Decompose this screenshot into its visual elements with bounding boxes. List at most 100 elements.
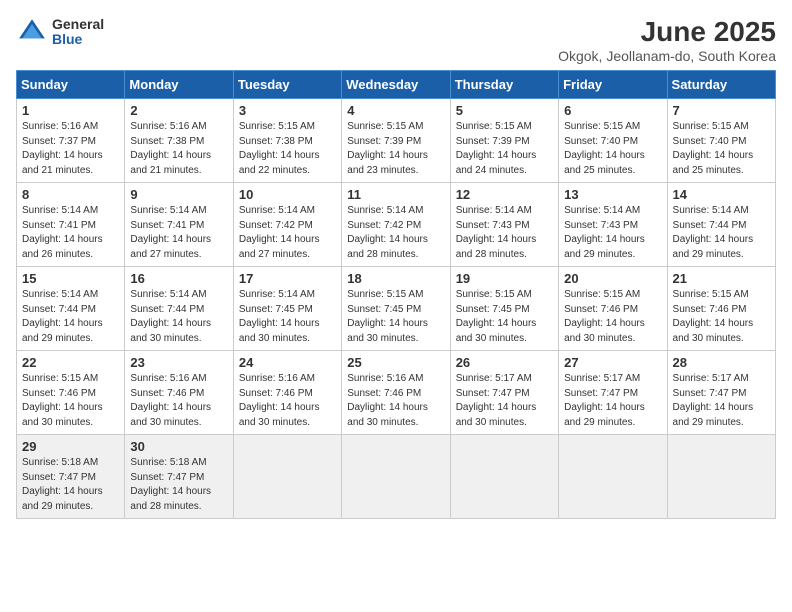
day-number: 15 bbox=[22, 271, 119, 286]
day-info: Sunrise: 5:16 AMSunset: 7:37 PMDaylight:… bbox=[22, 121, 103, 176]
logo-blue: Blue bbox=[52, 32, 104, 47]
day-number: 10 bbox=[239, 187, 336, 202]
calendar-header-row: Sunday Monday Tuesday Wednesday Thursday… bbox=[17, 71, 776, 99]
calendar-cell bbox=[342, 435, 450, 519]
calendar-cell: 13 Sunrise: 5:14 AMSunset: 7:43 PMDaylig… bbox=[559, 183, 667, 267]
day-info: Sunrise: 5:15 AMSunset: 7:38 PMDaylight:… bbox=[239, 121, 320, 176]
day-info: Sunrise: 5:14 AMSunset: 7:42 PMDaylight:… bbox=[347, 205, 428, 260]
calendar-cell: 28 Sunrise: 5:17 AMSunset: 7:47 PMDaylig… bbox=[667, 351, 775, 435]
day-info: Sunrise: 5:15 AMSunset: 7:40 PMDaylight:… bbox=[564, 121, 645, 176]
header-wednesday: Wednesday bbox=[342, 71, 450, 99]
day-info: Sunrise: 5:16 AMSunset: 7:46 PMDaylight:… bbox=[130, 373, 211, 428]
calendar-week-row: 22 Sunrise: 5:15 AMSunset: 7:46 PMDaylig… bbox=[17, 351, 776, 435]
calendar-cell: 30 Sunrise: 5:18 AMSunset: 7:47 PMDaylig… bbox=[125, 435, 233, 519]
day-number: 14 bbox=[673, 187, 770, 202]
calendar-cell: 6 Sunrise: 5:15 AMSunset: 7:40 PMDayligh… bbox=[559, 99, 667, 183]
calendar-cell: 2 Sunrise: 5:16 AMSunset: 7:38 PMDayligh… bbox=[125, 99, 233, 183]
day-info: Sunrise: 5:14 AMSunset: 7:43 PMDaylight:… bbox=[456, 205, 537, 260]
day-info: Sunrise: 5:15 AMSunset: 7:45 PMDaylight:… bbox=[347, 289, 428, 344]
day-number: 4 bbox=[347, 103, 444, 118]
calendar-cell: 17 Sunrise: 5:14 AMSunset: 7:45 PMDaylig… bbox=[233, 267, 341, 351]
day-info: Sunrise: 5:15 AMSunset: 7:46 PMDaylight:… bbox=[22, 373, 103, 428]
calendar-cell: 11 Sunrise: 5:14 AMSunset: 7:42 PMDaylig… bbox=[342, 183, 450, 267]
header-sunday: Sunday bbox=[17, 71, 125, 99]
day-info: Sunrise: 5:14 AMSunset: 7:41 PMDaylight:… bbox=[130, 205, 211, 260]
day-number: 12 bbox=[456, 187, 553, 202]
logo-text: General Blue bbox=[52, 17, 104, 48]
day-number: 16 bbox=[130, 271, 227, 286]
day-info: Sunrise: 5:15 AMSunset: 7:46 PMDaylight:… bbox=[564, 289, 645, 344]
day-number: 1 bbox=[22, 103, 119, 118]
header-saturday: Saturday bbox=[667, 71, 775, 99]
month-title: June 2025 bbox=[558, 16, 776, 48]
calendar-cell: 5 Sunrise: 5:15 AMSunset: 7:39 PMDayligh… bbox=[450, 99, 558, 183]
day-number: 24 bbox=[239, 355, 336, 370]
calendar-cell: 8 Sunrise: 5:14 AMSunset: 7:41 PMDayligh… bbox=[17, 183, 125, 267]
day-info: Sunrise: 5:18 AMSunset: 7:47 PMDaylight:… bbox=[130, 457, 211, 512]
day-number: 19 bbox=[456, 271, 553, 286]
day-number: 18 bbox=[347, 271, 444, 286]
calendar-cell: 19 Sunrise: 5:15 AMSunset: 7:45 PMDaylig… bbox=[450, 267, 558, 351]
day-number: 13 bbox=[564, 187, 661, 202]
day-info: Sunrise: 5:16 AMSunset: 7:46 PMDaylight:… bbox=[239, 373, 320, 428]
calendar-week-row: 15 Sunrise: 5:14 AMSunset: 7:44 PMDaylig… bbox=[17, 267, 776, 351]
day-info: Sunrise: 5:17 AMSunset: 7:47 PMDaylight:… bbox=[456, 373, 537, 428]
header-tuesday: Tuesday bbox=[233, 71, 341, 99]
day-number: 30 bbox=[130, 439, 227, 454]
day-number: 21 bbox=[673, 271, 770, 286]
logo: General Blue bbox=[16, 16, 104, 48]
calendar-week-row: 8 Sunrise: 5:14 AMSunset: 7:41 PMDayligh… bbox=[17, 183, 776, 267]
calendar-cell: 4 Sunrise: 5:15 AMSunset: 7:39 PMDayligh… bbox=[342, 99, 450, 183]
calendar-cell bbox=[667, 435, 775, 519]
day-number: 7 bbox=[673, 103, 770, 118]
calendar-cell: 7 Sunrise: 5:15 AMSunset: 7:40 PMDayligh… bbox=[667, 99, 775, 183]
calendar-cell: 9 Sunrise: 5:14 AMSunset: 7:41 PMDayligh… bbox=[125, 183, 233, 267]
logo-icon bbox=[16, 16, 48, 48]
day-info: Sunrise: 5:14 AMSunset: 7:45 PMDaylight:… bbox=[239, 289, 320, 344]
day-number: 5 bbox=[456, 103, 553, 118]
day-number: 8 bbox=[22, 187, 119, 202]
day-number: 27 bbox=[564, 355, 661, 370]
calendar-cell: 21 Sunrise: 5:15 AMSunset: 7:46 PMDaylig… bbox=[667, 267, 775, 351]
location-subtitle: Okgok, Jeollanam-do, South Korea bbox=[558, 48, 776, 64]
day-info: Sunrise: 5:15 AMSunset: 7:45 PMDaylight:… bbox=[456, 289, 537, 344]
day-info: Sunrise: 5:18 AMSunset: 7:47 PMDaylight:… bbox=[22, 457, 103, 512]
day-info: Sunrise: 5:17 AMSunset: 7:47 PMDaylight:… bbox=[673, 373, 754, 428]
calendar-cell: 15 Sunrise: 5:14 AMSunset: 7:44 PMDaylig… bbox=[17, 267, 125, 351]
day-info: Sunrise: 5:14 AMSunset: 7:43 PMDaylight:… bbox=[564, 205, 645, 260]
day-info: Sunrise: 5:14 AMSunset: 7:44 PMDaylight:… bbox=[22, 289, 103, 344]
calendar-cell: 24 Sunrise: 5:16 AMSunset: 7:46 PMDaylig… bbox=[233, 351, 341, 435]
calendar-cell: 10 Sunrise: 5:14 AMSunset: 7:42 PMDaylig… bbox=[233, 183, 341, 267]
day-number: 2 bbox=[130, 103, 227, 118]
page-header: General Blue June 2025 Okgok, Jeollanam-… bbox=[16, 16, 776, 64]
header-friday: Friday bbox=[559, 71, 667, 99]
header-monday: Monday bbox=[125, 71, 233, 99]
day-info: Sunrise: 5:17 AMSunset: 7:47 PMDaylight:… bbox=[564, 373, 645, 428]
day-number: 26 bbox=[456, 355, 553, 370]
day-number: 29 bbox=[22, 439, 119, 454]
day-number: 22 bbox=[22, 355, 119, 370]
day-number: 3 bbox=[239, 103, 336, 118]
day-info: Sunrise: 5:15 AMSunset: 7:40 PMDaylight:… bbox=[673, 121, 754, 176]
day-info: Sunrise: 5:14 AMSunset: 7:44 PMDaylight:… bbox=[130, 289, 211, 344]
day-info: Sunrise: 5:14 AMSunset: 7:41 PMDaylight:… bbox=[22, 205, 103, 260]
calendar-table: Sunday Monday Tuesday Wednesday Thursday… bbox=[16, 70, 776, 519]
day-number: 28 bbox=[673, 355, 770, 370]
calendar-cell bbox=[450, 435, 558, 519]
calendar-cell bbox=[559, 435, 667, 519]
calendar-cell: 27 Sunrise: 5:17 AMSunset: 7:47 PMDaylig… bbox=[559, 351, 667, 435]
calendar-cell: 22 Sunrise: 5:15 AMSunset: 7:46 PMDaylig… bbox=[17, 351, 125, 435]
logo-general: General bbox=[52, 17, 104, 32]
calendar-cell: 25 Sunrise: 5:16 AMSunset: 7:46 PMDaylig… bbox=[342, 351, 450, 435]
day-number: 6 bbox=[564, 103, 661, 118]
calendar-cell bbox=[233, 435, 341, 519]
day-number: 20 bbox=[564, 271, 661, 286]
calendar-cell: 20 Sunrise: 5:15 AMSunset: 7:46 PMDaylig… bbox=[559, 267, 667, 351]
calendar-cell: 3 Sunrise: 5:15 AMSunset: 7:38 PMDayligh… bbox=[233, 99, 341, 183]
calendar-cell: 14 Sunrise: 5:14 AMSunset: 7:44 PMDaylig… bbox=[667, 183, 775, 267]
day-number: 9 bbox=[130, 187, 227, 202]
day-number: 23 bbox=[130, 355, 227, 370]
calendar-cell: 29 Sunrise: 5:18 AMSunset: 7:47 PMDaylig… bbox=[17, 435, 125, 519]
day-number: 25 bbox=[347, 355, 444, 370]
day-info: Sunrise: 5:16 AMSunset: 7:46 PMDaylight:… bbox=[347, 373, 428, 428]
